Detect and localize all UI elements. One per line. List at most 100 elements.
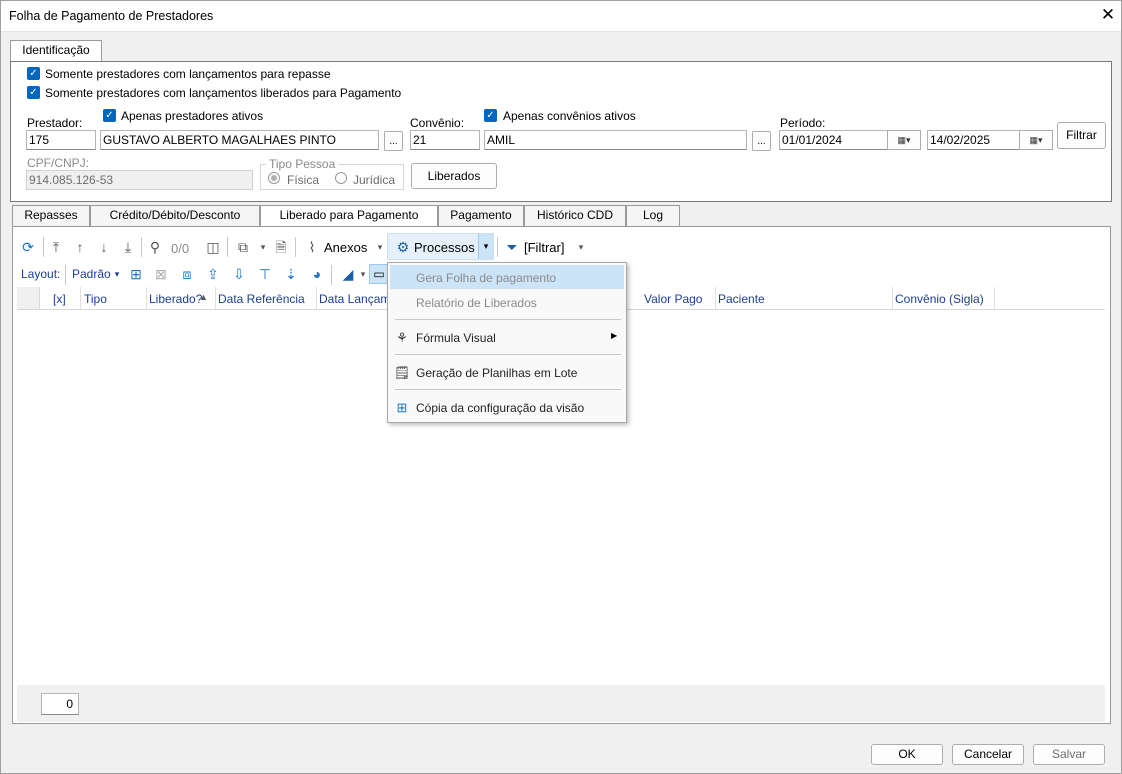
- column-header-data-referencia[interactable]: Data Referência: [218, 292, 305, 306]
- submenu-arrow-icon: ▶: [611, 331, 618, 340]
- checkbox-liberados[interactable]: ✓: [27, 86, 40, 99]
- column-header-select[interactable]: [x]: [53, 292, 66, 306]
- upload-icon[interactable]: ⇪: [204, 265, 222, 283]
- add-row-icon[interactable]: ⊞: [127, 265, 145, 283]
- column-separator: [994, 287, 995, 309]
- checkbox-repasse-label: Somente prestadores com lançamentos para…: [45, 67, 331, 81]
- radio-juridica-label: Jurídica: [353, 173, 396, 187]
- edit-row-icon[interactable]: ⧈: [178, 265, 196, 283]
- shapes-icon[interactable]: ◕: [308, 265, 326, 283]
- tab-identificacao[interactable]: Identificação: [10, 40, 102, 61]
- toolbar-separator: [295, 237, 296, 257]
- cpf-label: CPF/CNPJ:: [27, 156, 90, 170]
- pin-icon[interactable]: ⇣: [282, 265, 300, 283]
- paperclip-icon[interactable]: ⌇: [303, 238, 321, 256]
- column-separator: [146, 287, 147, 309]
- menu-item-gera-folha[interactable]: Gera Folha de pagamento: [416, 271, 556, 285]
- column-header-data-lancamento[interactable]: Data Lançame: [319, 292, 397, 306]
- tab-liberado-pagamento[interactable]: Liberado para Pagamento: [260, 205, 438, 227]
- sort-ascending-icon: ▲: [199, 292, 208, 302]
- date-end-calendar-icon[interactable]: ▦▾: [1019, 130, 1053, 150]
- tab-log[interactable]: Log: [626, 205, 680, 226]
- refresh-icon[interactable]: ⟳: [19, 238, 37, 256]
- toolbar-separator: [43, 237, 44, 257]
- move-last-icon[interactable]: ⤓: [119, 238, 137, 256]
- menu-separator: [395, 319, 621, 320]
- column-separator: [892, 287, 893, 309]
- convenio-lookup-button[interactable]: ...: [752, 131, 771, 151]
- column-header-tipo[interactable]: Tipo: [84, 292, 107, 306]
- column-header-valor-pago[interactable]: Valor Pago: [644, 292, 702, 306]
- menu-separator: [395, 354, 621, 355]
- convenio-label: Convênio:: [410, 116, 465, 130]
- menu-item-geracao-planilhas[interactable]: Geração de Planilhas em Lote: [416, 366, 577, 380]
- toolbar-separator: [497, 237, 498, 257]
- convenio-code-input[interactable]: 21: [410, 130, 480, 150]
- menu-item-copia-configuracao[interactable]: Cópia da configuração da visão: [416, 401, 584, 415]
- prestador-lookup-button[interactable]: ...: [384, 131, 403, 151]
- column-separator: [215, 287, 216, 309]
- checkbox-convenios-ativos-label: Apenas convênios ativos: [503, 109, 636, 123]
- checkbox-convenios-ativos[interactable]: ✓: [484, 109, 497, 122]
- window-title: Folha de Pagamento de Prestadores: [9, 9, 214, 23]
- menu-item-relatorio-liberados[interactable]: Relatório de Liberados: [416, 296, 537, 310]
- filtrar-dropdown-icon[interactable]: ▾: [572, 238, 590, 256]
- processos-label: Processos: [414, 240, 475, 255]
- menu-item-formula-visual[interactable]: Fórmula Visual: [416, 331, 496, 345]
- prestador-code-input[interactable]: 175: [26, 130, 96, 150]
- close-button[interactable]: ✕: [1097, 4, 1119, 26]
- delete-row-icon[interactable]: ⊠: [152, 265, 170, 283]
- grid-footer: [17, 685, 1105, 722]
- salvar-button[interactable]: Salvar: [1033, 744, 1105, 765]
- row-selector-header: [17, 287, 40, 309]
- filter-icon[interactable]: ⏷: [503, 238, 521, 256]
- checkbox-prestadores-ativos-label: Apenas prestadores ativos: [121, 109, 264, 123]
- move-up-icon[interactable]: ↑: [71, 238, 89, 256]
- column-header-paciente[interactable]: Paciente: [718, 292, 765, 306]
- columns-icon[interactable]: ◫: [204, 238, 222, 256]
- cpf-input: 914.085.126-53: [26, 170, 253, 190]
- layout-dropdown-icon[interactable]: ▾: [108, 265, 126, 283]
- download-icon[interactable]: ⇩: [230, 265, 248, 283]
- move-first-icon[interactable]: ⤒: [47, 238, 65, 256]
- prestador-name-input[interactable]: GUSTAVO ALBERTO MAGALHAES PINTO: [100, 130, 379, 150]
- toolbar-separator: [227, 237, 228, 257]
- prestador-label: Prestador:: [27, 116, 83, 130]
- radio-juridica[interactable]: [335, 172, 347, 184]
- spreadsheet-icon: 🗒: [393, 365, 411, 380]
- ok-button[interactable]: OK: [871, 744, 943, 765]
- toolbar-separator: [141, 237, 142, 257]
- tab-repasses[interactable]: Repasses: [12, 205, 90, 226]
- column-separator: [715, 287, 716, 309]
- layout-select[interactable]: Padrão: [72, 267, 111, 281]
- filtrar-button[interactable]: Filtrar: [1057, 122, 1106, 149]
- date-start-calendar-icon[interactable]: ▦▾: [887, 130, 921, 150]
- tab-credito-debito[interactable]: Crédito/Débito/Desconto: [90, 205, 260, 226]
- toolbar-separator: [65, 265, 66, 285]
- document-icon[interactable]: 🗎: [272, 238, 290, 256]
- menu-separator: [395, 389, 621, 390]
- column-header-liberado[interactable]: Liberado?: [149, 292, 202, 306]
- checkbox-prestadores-ativos[interactable]: ✓: [103, 109, 116, 122]
- anexos-button[interactable]: Anexos: [324, 240, 367, 255]
- export-dropdown-icon[interactable]: ▾: [254, 238, 272, 256]
- paint-icon[interactable]: ⊤: [256, 265, 274, 283]
- move-down-icon[interactable]: ↓: [95, 238, 113, 256]
- convenio-name-input[interactable]: AMIL: [484, 130, 747, 150]
- record-counter: 0/0: [171, 241, 190, 256]
- tab-pagamento[interactable]: Pagamento: [438, 205, 524, 226]
- column-separator: [316, 287, 317, 309]
- search-icon[interactable]: ⚲: [146, 238, 164, 256]
- filtrar-toolbar-button[interactable]: [Filtrar]: [524, 240, 564, 255]
- tab-historico-cdd[interactable]: Histórico CDD: [524, 205, 626, 226]
- view-toggle-icon[interactable]: ▭: [369, 264, 389, 284]
- layout-label: Layout:: [21, 267, 61, 281]
- column-header-convenio-sigla[interactable]: Convênio (Sigla): [895, 292, 984, 306]
- liberados-button[interactable]: Liberados: [411, 163, 497, 189]
- column-separator: [80, 287, 81, 309]
- cancelar-button[interactable]: Cancelar: [952, 744, 1024, 765]
- radio-fisica[interactable]: [268, 172, 280, 184]
- export-icon[interactable]: ⧉: [234, 238, 252, 256]
- processos-dropdown-icon[interactable]: ▾: [478, 234, 493, 259]
- checkbox-repasse[interactable]: ✓: [27, 67, 40, 80]
